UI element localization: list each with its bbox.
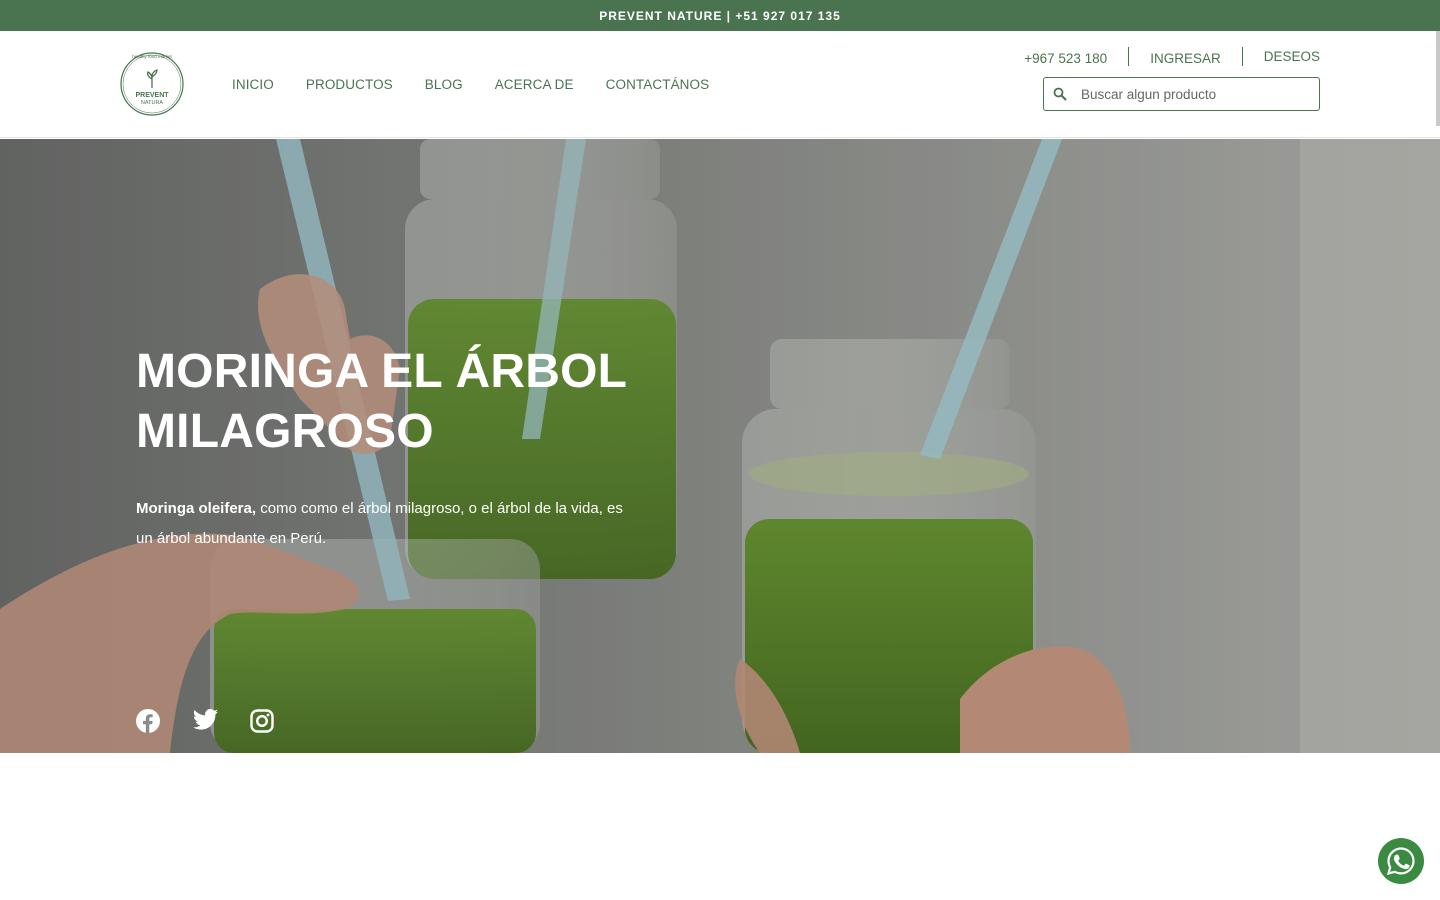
instagram-icon[interactable]: [250, 709, 274, 733]
wishlist-link[interactable]: DESEOS: [1264, 49, 1320, 64]
hero-title: MORINGA EL ÁRBOL MILAGROSO: [136, 345, 627, 458]
divider: [1128, 47, 1130, 66]
logo-line2: NATURA: [141, 100, 164, 106]
whatsapp-icon: [1386, 847, 1415, 876]
nav-item-productos[interactable]: PRODUCTOS: [306, 77, 393, 92]
nav-item-inicio[interactable]: INICIO: [232, 77, 274, 92]
search-icon[interactable]: [1053, 87, 1067, 101]
whatsapp-button[interactable]: [1378, 838, 1424, 884]
divider: [1241, 47, 1243, 66]
logo-line1: PREVENT: [135, 92, 169, 99]
top-announcement-bar: PREVENT NATURE | +51 927 017 135: [0, 0, 1440, 31]
logo-arc-text: healthy food market: [132, 54, 172, 59]
hero-banner: MORINGA EL ÁRBOL MILAGROSO Moringa oleif…: [0, 139, 1440, 753]
nav-item-blog[interactable]: BLOG: [425, 77, 463, 92]
social-links: [136, 709, 274, 733]
search-box: [1043, 77, 1320, 111]
site-header: healthy food market PREVENT NATURA INICI…: [0, 31, 1440, 138]
page-scrollbar[interactable]: [1436, 31, 1440, 126]
hero-description: Moringa oleifera, como como el árbol mil…: [136, 494, 636, 554]
hero-description-bold: Moringa oleifera,: [136, 500, 257, 517]
twitter-icon[interactable]: [193, 709, 218, 733]
nav-item-acerca-de[interactable]: ACERCA DE: [495, 77, 574, 92]
site-logo[interactable]: healthy food market PREVENT NATURA: [119, 48, 185, 118]
facebook-icon[interactable]: [136, 709, 160, 733]
announcement-text: PREVENT NATURE | +51 927 017 135: [599, 8, 841, 23]
nav-item-contactanos[interactable]: CONTACTÁNOS: [606, 77, 710, 92]
login-link[interactable]: INGRESAR: [1150, 51, 1221, 66]
phone-link[interactable]: +967 523 180: [1024, 51, 1107, 66]
header-utility-links: +967 523 180 INGRESAR DESEOS: [1024, 47, 1320, 66]
search-input[interactable]: [1081, 86, 1301, 102]
main-nav: INICIO PRODUCTOS BLOG ACERCA DE CONTACTÁ…: [232, 77, 741, 92]
